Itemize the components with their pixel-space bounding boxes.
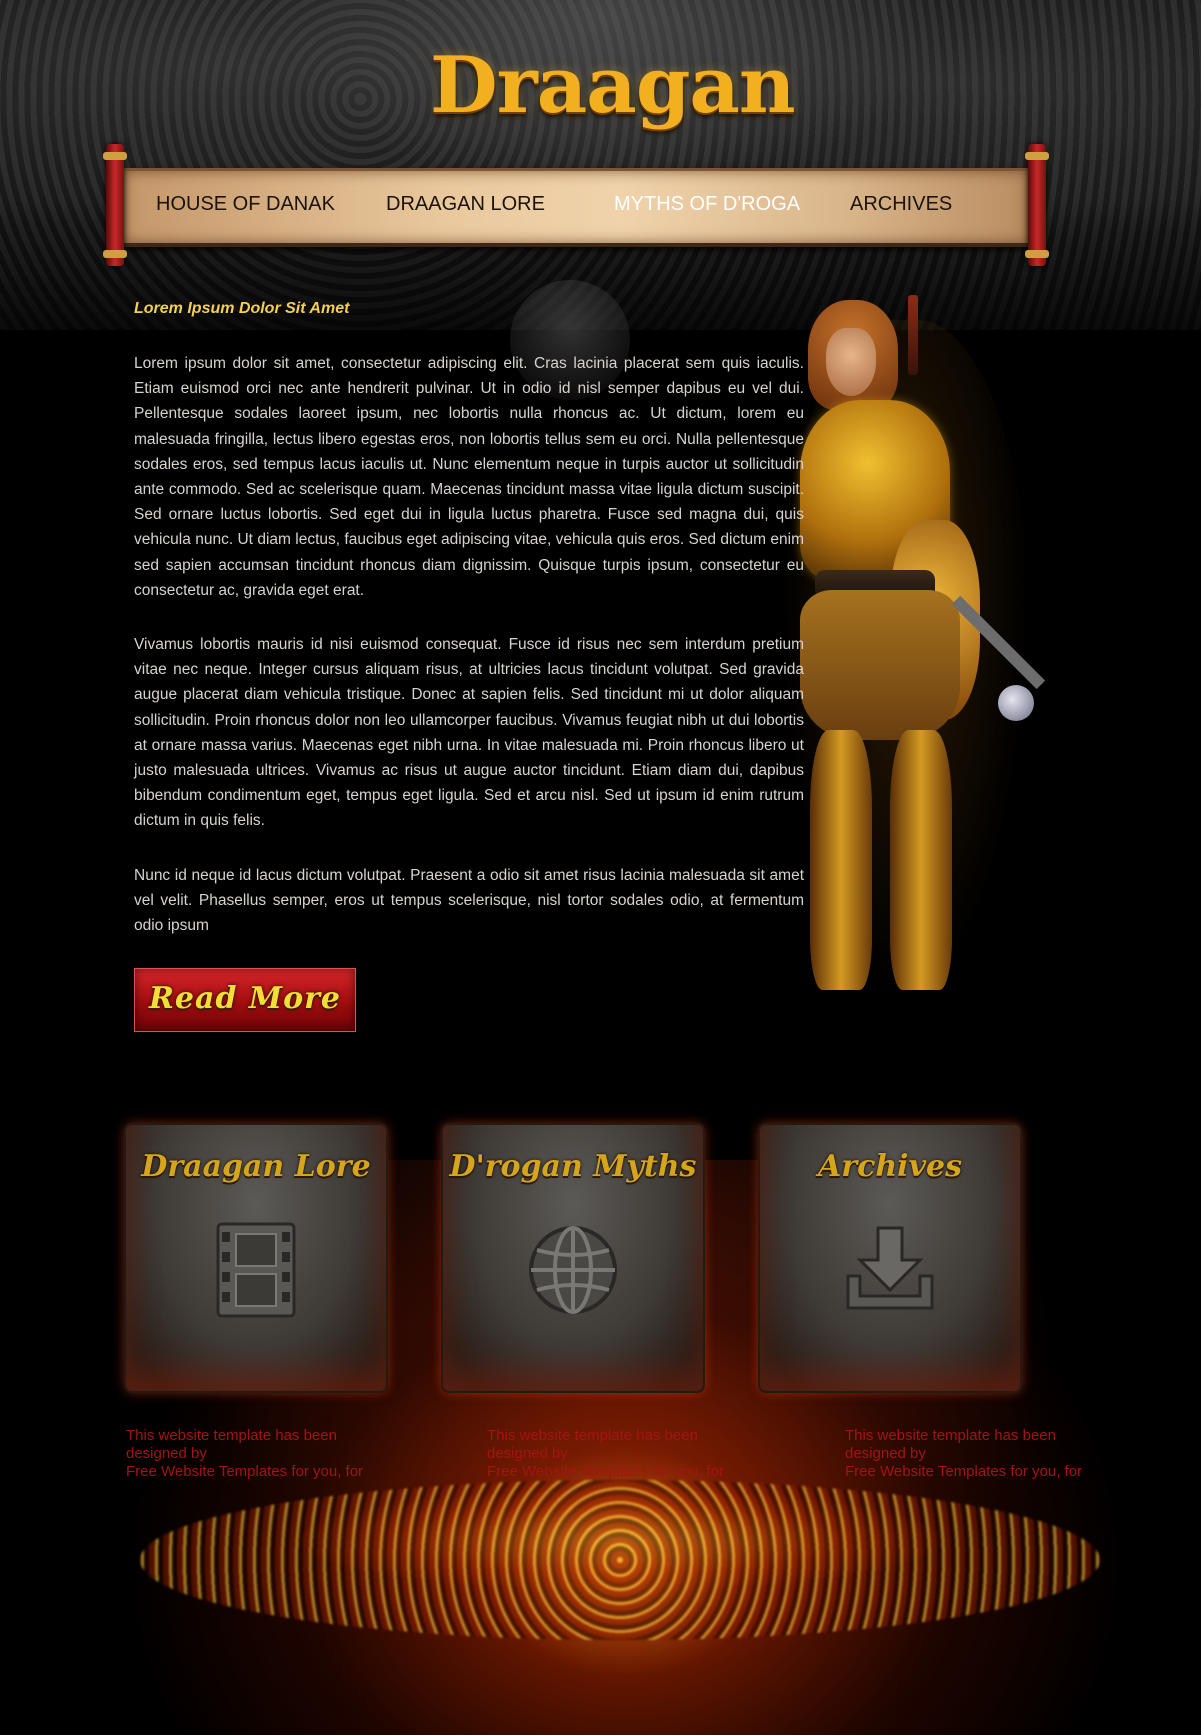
credit-line: This website template has been xyxy=(487,1427,698,1444)
credit-line: This website template has been xyxy=(845,1427,1056,1444)
credit-block-2: This website template has been designed … xyxy=(487,1427,724,1481)
warrior-leg-left xyxy=(810,730,872,990)
scroll-rod-left xyxy=(103,144,127,266)
nav-item-myths-of-droga[interactable]: MYTHS OF D'ROGA xyxy=(614,168,800,240)
mace-head xyxy=(998,685,1034,721)
site-logo[interactable]: Draagan xyxy=(430,36,796,136)
scroll-navigation: HOUSE OF DANAK DRAAGAN LORE MYTHS OF D'R… xyxy=(103,144,1049,266)
warrior-illustration xyxy=(760,295,1070,1000)
nav-item-draagan-lore[interactable]: DRAAGAN LORE xyxy=(386,168,545,240)
panel-title: D'rogan Myths xyxy=(449,1149,697,1184)
warrior-skirt xyxy=(800,590,960,740)
credit-block-3: This website template has been designed … xyxy=(845,1427,1082,1481)
read-more-button[interactable]: Read More xyxy=(134,968,356,1032)
panel-drogan-myths[interactable]: D'rogan Myths xyxy=(443,1125,703,1391)
credit-line: This website template has been xyxy=(126,1427,337,1444)
globe-icon xyxy=(529,1226,617,1314)
main-content: Lorem Ipsum Dolor Sit Amet Lorem ipsum d… xyxy=(134,297,804,967)
credit-line: designed by xyxy=(487,1445,568,1462)
nav-item-archives[interactable]: ARCHIVES xyxy=(850,168,952,240)
scroll-rod-right xyxy=(1025,144,1049,266)
credit-block-1: This website template has been designed … xyxy=(126,1427,363,1481)
nav-item-house-of-danak[interactable]: HOUSE OF DANAK xyxy=(156,168,335,240)
sword-hilt xyxy=(908,295,918,375)
film-strip-icon xyxy=(216,1222,296,1318)
content-paragraph-3: Nunc id neque id lacus dictum volutpat. … xyxy=(134,866,804,935)
content-paragraph-1: Lorem ipsum dolor sit amet, consectetur … xyxy=(134,355,804,599)
content-paragraph-2: Vivamus lobortis mauris id nisi euismod … xyxy=(134,636,804,830)
lava-ground xyxy=(140,1480,1100,1640)
warrior-leg-right xyxy=(890,730,952,990)
credit-link[interactable]: Free Website Templates for you, for xyxy=(126,1463,363,1481)
panel-archives[interactable]: Archives xyxy=(760,1125,1020,1391)
main-nav: HOUSE OF DANAK DRAAGAN LORE MYTHS OF D'R… xyxy=(124,168,1028,240)
warrior-face xyxy=(826,328,876,396)
panel-title: Draagan Lore xyxy=(141,1149,371,1184)
content-heading: Lorem Ipsum Dolor Sit Amet xyxy=(134,300,350,317)
credit-link[interactable]: Free Website Templates for you, for xyxy=(487,1463,724,1481)
credit-line: designed by xyxy=(126,1445,207,1462)
download-icon xyxy=(846,1226,934,1310)
panel-draagan-lore[interactable]: Draagan Lore xyxy=(126,1125,386,1391)
panel-title: Archives xyxy=(818,1149,962,1184)
credit-link[interactable]: Free Website Templates for you, for xyxy=(845,1463,1082,1481)
credit-line: designed by xyxy=(845,1445,926,1462)
